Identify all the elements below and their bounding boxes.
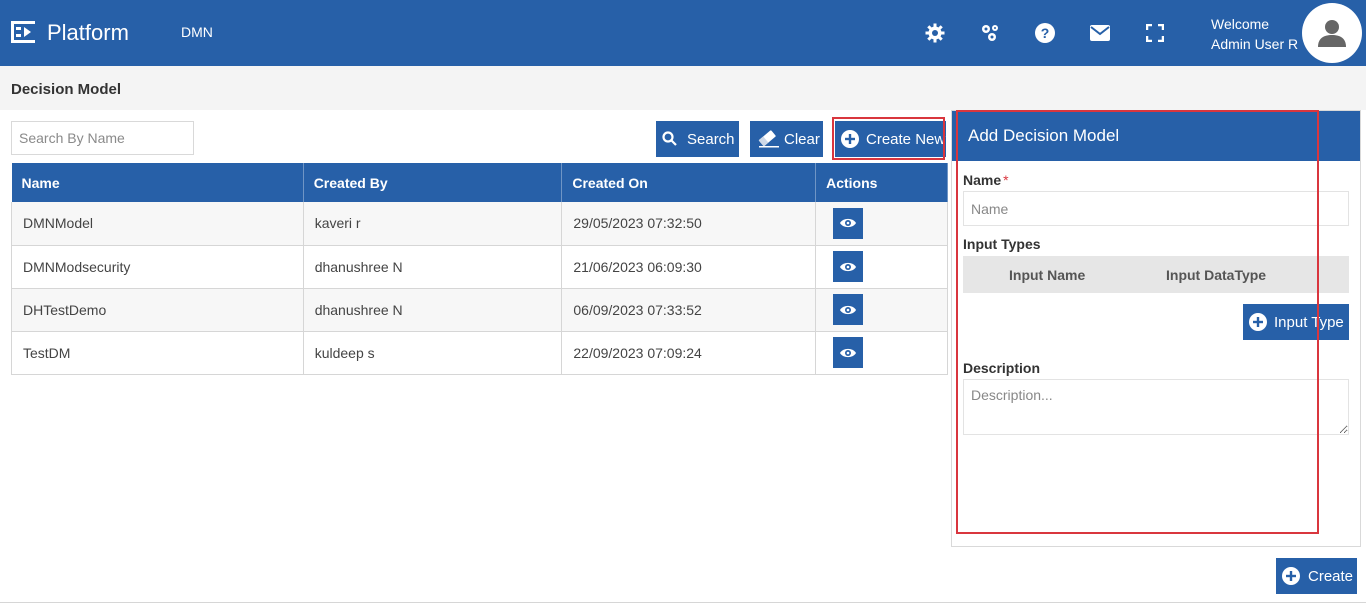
name-field[interactable] (963, 191, 1349, 226)
cell-name: DMNModel (11, 202, 304, 246)
search-button[interactable]: Search (656, 121, 739, 157)
help-icon[interactable]: ? (1033, 21, 1057, 45)
panel-header: Add Decision Model (952, 111, 1360, 161)
table-row: DMNModel kaveri r 29/05/2023 07:32:50 (11, 202, 948, 246)
fullscreen-icon[interactable] (1143, 21, 1167, 45)
view-button[interactable] (833, 337, 864, 368)
page-title: Decision Model (11, 81, 122, 98)
decision-model-table: Name Created By Created On Actions DMNMo… (11, 163, 948, 375)
top-bar: Platform DMN ? Welcome Admin User R (0, 0, 1366, 66)
cell-created-on: 22/09/2023 07:09:24 (561, 331, 817, 375)
add-decision-model-panel: Add Decision Model Name* Input Types Inp… (951, 110, 1361, 547)
clear-button-label: Clear (784, 130, 820, 148)
cell-created-by: dhanushree N (303, 245, 563, 289)
welcome-text: Welcome (1211, 16, 1270, 32)
input-name-column: Input Name (1009, 267, 1086, 283)
cell-created-on: 29/05/2023 07:32:50 (561, 202, 817, 246)
input-type-button-label: Input Type (1274, 313, 1344, 331)
input-datatype-column: Input DataType (1166, 267, 1267, 283)
user-welcome[interactable]: Welcome Admin User R (1211, 14, 1298, 54)
menu-logo-icon[interactable] (11, 21, 35, 43)
create-button[interactable]: Create (1276, 558, 1357, 594)
view-button[interactable] (833, 207, 864, 239)
input-types-label: Input Types (963, 236, 1041, 252)
cell-actions (815, 245, 948, 289)
clear-button[interactable]: Clear (750, 121, 823, 157)
cell-name: DHTestDemo (11, 288, 304, 332)
description-field[interactable] (963, 379, 1349, 435)
cell-name: TestDM (11, 331, 304, 375)
column-header-created-on[interactable]: Created On (561, 163, 817, 202)
create-new-label: Create New (866, 130, 946, 148)
cluster-icon[interactable] (978, 21, 1002, 45)
page-header: Decision Model (0, 66, 1366, 110)
eye-icon (840, 305, 857, 314)
eye-icon (840, 262, 857, 271)
create-new-button[interactable]: Create New (835, 121, 946, 157)
cell-created-on: 06/09/2023 07:33:52 (561, 288, 817, 332)
eye-icon (840, 348, 857, 357)
search-button-label: Search (687, 130, 735, 148)
eye-icon (840, 219, 857, 228)
cell-created-by: dhanushree N (303, 288, 563, 332)
user-icon (1318, 20, 1346, 47)
user-name: Admin User R (1211, 36, 1299, 52)
app-name: Platform (47, 20, 129, 45)
plus-circle-icon (1249, 313, 1267, 331)
cell-name: DMNModsecurity (11, 245, 304, 289)
panel-title: Add Decision Model (968, 126, 1120, 145)
column-header-created-by[interactable]: Created By (303, 163, 563, 202)
name-label: Name * (963, 172, 1009, 188)
cell-actions (815, 202, 948, 246)
cell-actions (815, 288, 948, 332)
plus-circle-icon (841, 130, 859, 148)
description-label: Description (963, 360, 1041, 376)
settings-icon[interactable] (923, 21, 947, 45)
svg-text:?: ? (1041, 25, 1050, 41)
avatar[interactable] (1302, 3, 1362, 63)
cell-created-on: 21/06/2023 06:09:30 (561, 245, 817, 289)
search-input[interactable] (11, 121, 194, 155)
eraser-icon (758, 130, 780, 148)
view-button[interactable] (833, 294, 864, 325)
create-button-label: Create (1308, 567, 1354, 585)
mail-icon[interactable] (1088, 21, 1112, 45)
plus-circle-icon (1282, 567, 1300, 585)
column-header-name[interactable]: Name (11, 163, 304, 202)
search-icon (662, 131, 678, 147)
add-input-type-button[interactable]: Input Type (1243, 304, 1349, 340)
table-row: DMNModsecurity dhanushree N 21/06/2023 0… (11, 245, 948, 289)
table-header-row: Name Created By Created On Actions (11, 163, 948, 202)
column-header-actions: Actions (815, 163, 948, 202)
table-row: DHTestDemo dhanushree N 06/09/2023 07:33… (11, 288, 948, 332)
required-mark: * (1003, 172, 1009, 188)
table-row: TestDM kuldeep s 22/09/2023 07:09:24 (11, 331, 948, 375)
cell-created-by: kaveri r (303, 202, 563, 246)
module-name[interactable]: DMN (181, 24, 213, 40)
input-types-header: Input Name Input DataType (963, 256, 1349, 293)
view-button[interactable] (833, 251, 864, 282)
cell-actions (815, 331, 948, 375)
cell-created-by: kuldeep s (303, 331, 563, 375)
